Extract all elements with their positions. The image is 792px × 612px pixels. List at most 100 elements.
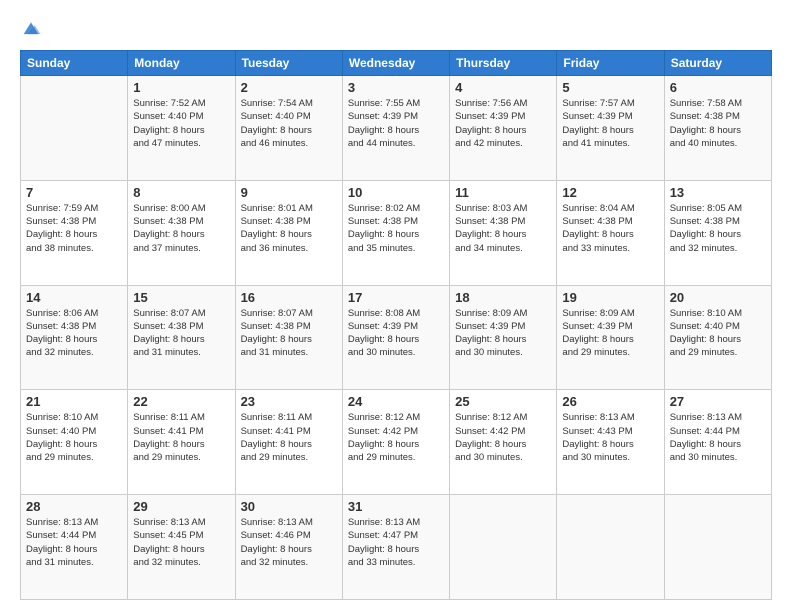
- day-number: 11: [455, 185, 551, 200]
- calendar-cell: 9 Sunrise: 8:01 AMSunset: 4:38 PMDaylight…: [235, 180, 342, 285]
- calendar-cell: 19Sunrise: 8:09 AMSunset: 4:39 PMDayligh…: [557, 285, 664, 390]
- day-info: Sunrise: 8:07 AMSunset: 4:38 PMDaylight:…: [241, 307, 337, 360]
- weekday-header: Friday: [557, 51, 664, 76]
- day-info: Sunrise: 8:13 AMSunset: 4:44 PMDaylight:…: [26, 516, 122, 569]
- day-info: Sunrise: 8:04 AMSunset: 4:38 PMDaylight:…: [562, 202, 658, 255]
- day-number: 2: [241, 80, 337, 95]
- day-number: 22: [133, 394, 229, 409]
- calendar-cell: 11 Sunrise: 8:03 AMSunset: 4:38 PMDayligh…: [450, 180, 557, 285]
- day-number: 6: [670, 80, 766, 95]
- day-info: Sunrise: 8:12 AMSunset: 4:42 PMDaylight:…: [348, 411, 444, 464]
- calendar-cell: [664, 495, 771, 600]
- calendar-cell: 18 Sunrise: 8:09 AMSunset: 4:39 PMDayligh…: [450, 285, 557, 390]
- day-number: 16: [241, 290, 337, 305]
- page: SundayMondayTuesdayWednesdayThursdayFrid…: [0, 0, 792, 612]
- day-number: 10: [348, 185, 444, 200]
- calendar-cell: 26Sunrise: 8:13 AMSunset: 4:43 PMDayligh…: [557, 390, 664, 495]
- calendar-cell: 4 Sunrise: 7:56 AMSunset: 4:39 PMDaylight…: [450, 76, 557, 181]
- calendar-cell: 20 Sunrise: 8:10 AMSunset: 4:40 PMDayligh…: [664, 285, 771, 390]
- calendar-cell: 1Sunrise: 7:52 AMSunset: 4:40 PMDaylight…: [128, 76, 235, 181]
- calendar-cell: 22Sunrise: 8:11 AMSunset: 4:41 PMDayligh…: [128, 390, 235, 495]
- day-number: 29: [133, 499, 229, 514]
- day-number: 1: [133, 80, 229, 95]
- weekday-header: Saturday: [664, 51, 771, 76]
- day-info: Sunrise: 8:13 AMSunset: 4:45 PMDaylight:…: [133, 516, 229, 569]
- day-number: 24: [348, 394, 444, 409]
- day-number: 27: [670, 394, 766, 409]
- day-number: 30: [241, 499, 337, 514]
- calendar-cell: 10 Sunrise: 8:02 AMSunset: 4:38 PMDayligh…: [342, 180, 449, 285]
- day-number: 5: [562, 80, 658, 95]
- day-info: Sunrise: 8:00 AMSunset: 4:38 PMDaylight:…: [133, 202, 229, 255]
- day-info: Sunrise: 8:13 AMSunset: 4:44 PMDaylight:…: [670, 411, 766, 464]
- day-number: 21: [26, 394, 122, 409]
- day-info: Sunrise: 8:05 AMSunset: 4:38 PMDaylight:…: [670, 202, 766, 255]
- day-info: Sunrise: 8:09 AMSunset: 4:39 PMDaylight:…: [455, 307, 551, 360]
- day-number: 14: [26, 290, 122, 305]
- calendar: SundayMondayTuesdayWednesdayThursdayFrid…: [20, 50, 772, 600]
- day-number: 12: [562, 185, 658, 200]
- weekday-header: Monday: [128, 51, 235, 76]
- day-info: Sunrise: 8:01 AMSunset: 4:38 PMDaylight:…: [241, 202, 337, 255]
- calendar-cell: 25 Sunrise: 8:12 AMSunset: 4:42 PMDayligh…: [450, 390, 557, 495]
- calendar-cell: 23 Sunrise: 8:11 AMSunset: 4:41 PMDayligh…: [235, 390, 342, 495]
- day-info: Sunrise: 8:11 AMSunset: 4:41 PMDaylight:…: [241, 411, 337, 464]
- calendar-week-row: 1Sunrise: 7:52 AMSunset: 4:40 PMDaylight…: [21, 76, 772, 181]
- calendar-week-row: 28Sunrise: 8:13 AMSunset: 4:44 PMDayligh…: [21, 495, 772, 600]
- calendar-cell: 24 Sunrise: 8:12 AMSunset: 4:42 PMDayligh…: [342, 390, 449, 495]
- weekday-header: Thursday: [450, 51, 557, 76]
- calendar-cell: 28Sunrise: 8:13 AMSunset: 4:44 PMDayligh…: [21, 495, 128, 600]
- calendar-cell: 8 Sunrise: 8:00 AMSunset: 4:38 PMDaylight…: [128, 180, 235, 285]
- calendar-cell: 5 Sunrise: 7:57 AMSunset: 4:39 PMDaylight…: [557, 76, 664, 181]
- day-number: 25: [455, 394, 551, 409]
- day-number: 19: [562, 290, 658, 305]
- day-info: Sunrise: 8:13 AMSunset: 4:46 PMDaylight:…: [241, 516, 337, 569]
- calendar-cell: 30 Sunrise: 8:13 AMSunset: 4:46 PMDayligh…: [235, 495, 342, 600]
- day-info: Sunrise: 7:58 AMSunset: 4:38 PMDaylight:…: [670, 97, 766, 150]
- calendar-cell: 31 Sunrise: 8:13 AMSunset: 4:47 PMDayligh…: [342, 495, 449, 600]
- day-info: Sunrise: 7:59 AMSunset: 4:38 PMDaylight:…: [26, 202, 122, 255]
- day-number: 23: [241, 394, 337, 409]
- calendar-cell: 7Sunrise: 7:59 AMSunset: 4:38 PMDaylight…: [21, 180, 128, 285]
- day-info: Sunrise: 8:12 AMSunset: 4:42 PMDaylight:…: [455, 411, 551, 464]
- day-number: 18: [455, 290, 551, 305]
- day-info: Sunrise: 8:07 AMSunset: 4:38 PMDaylight:…: [133, 307, 229, 360]
- day-number: 9: [241, 185, 337, 200]
- calendar-cell: 6 Sunrise: 7:58 AMSunset: 4:38 PMDaylight…: [664, 76, 771, 181]
- header: [20, 18, 772, 42]
- calendar-cell: [557, 495, 664, 600]
- day-number: 20: [670, 290, 766, 305]
- day-info: Sunrise: 7:56 AMSunset: 4:39 PMDaylight:…: [455, 97, 551, 150]
- calendar-cell: 29 Sunrise: 8:13 AMSunset: 4:45 PMDayligh…: [128, 495, 235, 600]
- logo: [20, 18, 44, 42]
- day-number: 17: [348, 290, 444, 305]
- day-number: 15: [133, 290, 229, 305]
- logo-icon: [20, 18, 42, 40]
- calendar-cell: 3 Sunrise: 7:55 AMSunset: 4:39 PMDaylight…: [342, 76, 449, 181]
- day-info: Sunrise: 8:03 AMSunset: 4:38 PMDaylight:…: [455, 202, 551, 255]
- day-info: Sunrise: 8:13 AMSunset: 4:47 PMDaylight:…: [348, 516, 444, 569]
- day-number: 8: [133, 185, 229, 200]
- calendar-cell: 21Sunrise: 8:10 AMSunset: 4:40 PMDayligh…: [21, 390, 128, 495]
- weekday-header-row: SundayMondayTuesdayWednesdayThursdayFrid…: [21, 51, 772, 76]
- day-info: Sunrise: 7:55 AMSunset: 4:39 PMDaylight:…: [348, 97, 444, 150]
- calendar-cell: 27 Sunrise: 8:13 AMSunset: 4:44 PMDayligh…: [664, 390, 771, 495]
- weekday-header: Tuesday: [235, 51, 342, 76]
- day-info: Sunrise: 8:02 AMSunset: 4:38 PMDaylight:…: [348, 202, 444, 255]
- day-info: Sunrise: 7:57 AMSunset: 4:39 PMDaylight:…: [562, 97, 658, 150]
- calendar-week-row: 21Sunrise: 8:10 AMSunset: 4:40 PMDayligh…: [21, 390, 772, 495]
- calendar-cell: [450, 495, 557, 600]
- weekday-header: Sunday: [21, 51, 128, 76]
- day-info: Sunrise: 8:06 AMSunset: 4:38 PMDaylight:…: [26, 307, 122, 360]
- calendar-cell: 2 Sunrise: 7:54 AMSunset: 4:40 PMDaylight…: [235, 76, 342, 181]
- day-number: 4: [455, 80, 551, 95]
- calendar-cell: 16 Sunrise: 8:07 AMSunset: 4:38 PMDayligh…: [235, 285, 342, 390]
- day-info: Sunrise: 8:13 AMSunset: 4:43 PMDaylight:…: [562, 411, 658, 464]
- calendar-cell: [21, 76, 128, 181]
- day-number: 31: [348, 499, 444, 514]
- day-number: 3: [348, 80, 444, 95]
- calendar-cell: 12 Sunrise: 8:04 AMSunset: 4:38 PMDayligh…: [557, 180, 664, 285]
- day-info: Sunrise: 8:10 AMSunset: 4:40 PMDaylight:…: [670, 307, 766, 360]
- day-info: Sunrise: 7:54 AMSunset: 4:40 PMDaylight:…: [241, 97, 337, 150]
- calendar-cell: 14 Sunrise: 8:06 AMSunset: 4:38 PMDayligh…: [21, 285, 128, 390]
